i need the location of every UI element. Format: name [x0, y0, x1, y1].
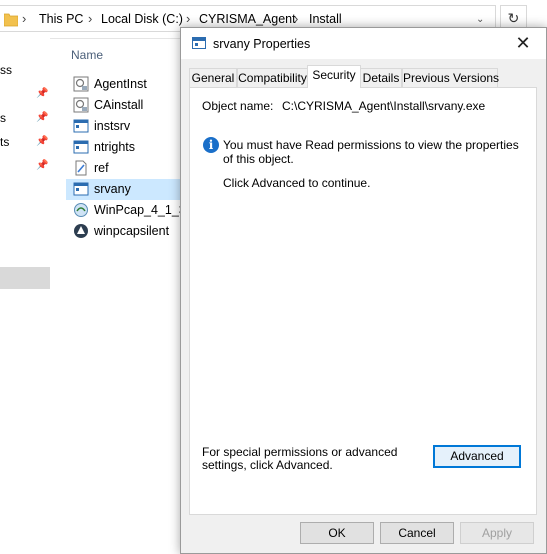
breadcrumb-local-disk[interactable]: Local Disk (C:)	[101, 12, 183, 26]
refresh-icon: ↻	[507, 10, 520, 26]
permission-message: You must have Read permissions to view t…	[223, 138, 519, 166]
chevron-down-icon[interactable]: ⌄	[476, 14, 484, 25]
app-window-icon	[73, 119, 89, 133]
file-name: srvany	[94, 182, 131, 196]
ok-button[interactable]: OK	[300, 522, 374, 544]
file-name: WinPcap_4_1_3	[94, 203, 186, 217]
file-item-winpcap[interactable]: WinPcap_4_1_3	[68, 200, 186, 221]
close-button[interactable]: ✕	[500, 28, 546, 59]
installer-icon	[73, 97, 89, 113]
winpcap-icon	[74, 203, 88, 217]
file-item-srvany[interactable]: srvany	[66, 179, 180, 200]
chevron-right-icon[interactable]: ›	[294, 11, 298, 26]
file-name: ref	[94, 161, 109, 175]
info-icon: i	[203, 137, 219, 153]
file-name: AgentInst	[94, 77, 147, 91]
click-advanced-text: Click Advanced to continue.	[223, 176, 371, 190]
cancel-button[interactable]: Cancel	[380, 522, 454, 544]
tab-compatibility[interactable]: Compatibility	[237, 68, 308, 87]
chevron-right-icon[interactable]: ›	[88, 11, 92, 26]
installer-icon	[73, 76, 89, 92]
file-name: instsrv	[94, 119, 131, 133]
shortcut-app-icon	[74, 224, 88, 238]
tab-details[interactable]: Details	[360, 68, 402, 87]
breadcrumb-this-pc[interactable]: This PC	[39, 12, 83, 26]
pin-icon: 📌	[36, 88, 49, 99]
file-item-ntrights[interactable]: ntrights	[68, 137, 180, 158]
file-name: CAinstall	[94, 98, 144, 112]
apply-button[interactable]: Apply	[460, 522, 534, 544]
app-window-icon	[73, 140, 89, 154]
pin-icon: 📌	[36, 160, 49, 171]
pin-icon: 📌	[36, 136, 49, 147]
chevron-right-icon[interactable]: ›	[186, 11, 190, 26]
breadcrumb-cyrisma-agent[interactable]: CYRISMA_Agent	[199, 12, 296, 26]
close-icon: ✕	[515, 33, 531, 53]
dialog-titlebar[interactable]: srvany Properties ✕	[181, 28, 546, 59]
nav-item-fragment[interactable]: ts	[0, 135, 9, 149]
file-name: ntrights	[94, 140, 135, 154]
folder-icon	[4, 13, 18, 27]
file-item-winpcapsilent[interactable]: winpcapsilent	[68, 221, 180, 242]
nav-selected-item[interactable]	[0, 267, 50, 289]
file-item-instsrv[interactable]: instsrv	[68, 116, 180, 137]
file-name: winpcapsilent	[94, 224, 170, 238]
tab-security[interactable]: Security	[307, 65, 361, 88]
file-item-ref[interactable]: ref	[68, 158, 180, 179]
app-window-icon	[73, 182, 89, 196]
nav-item-fragment[interactable]: ss	[0, 63, 12, 77]
advanced-button[interactable]: Advanced	[433, 445, 521, 468]
object-name-label: Object name:	[202, 99, 274, 113]
navigation-pane: ss 📌 s 📌 ts 📌 📌	[0, 38, 50, 554]
script-file-icon	[75, 160, 87, 176]
object-name-value: C:\CYRISMA_Agent\Install\srvany.exe	[282, 99, 486, 113]
pin-icon: 📌	[36, 112, 49, 123]
tab-previous-versions[interactable]: Previous Versions	[402, 68, 499, 87]
properties-dialog: srvany Properties ✕ General Compatibilit…	[180, 27, 547, 554]
breadcrumb-install[interactable]: Install	[309, 12, 342, 26]
app-window-icon	[192, 37, 206, 49]
security-tab-panel: Object name: C:\CYRISMA_Agent\Install\sr…	[189, 87, 537, 515]
special-permissions-text: For special permissions or advanced sett…	[202, 445, 398, 472]
dialog-title: srvany Properties	[213, 37, 311, 51]
chevron-right-icon[interactable]: ›	[22, 11, 26, 26]
tab-general[interactable]: General	[189, 68, 237, 87]
file-item-cainstall[interactable]: CAinstall	[68, 95, 180, 116]
nav-item-fragment[interactable]: s	[0, 111, 6, 125]
column-header-name[interactable]: Name	[71, 48, 103, 62]
file-item-agentinst[interactable]: AgentInst	[68, 74, 180, 95]
